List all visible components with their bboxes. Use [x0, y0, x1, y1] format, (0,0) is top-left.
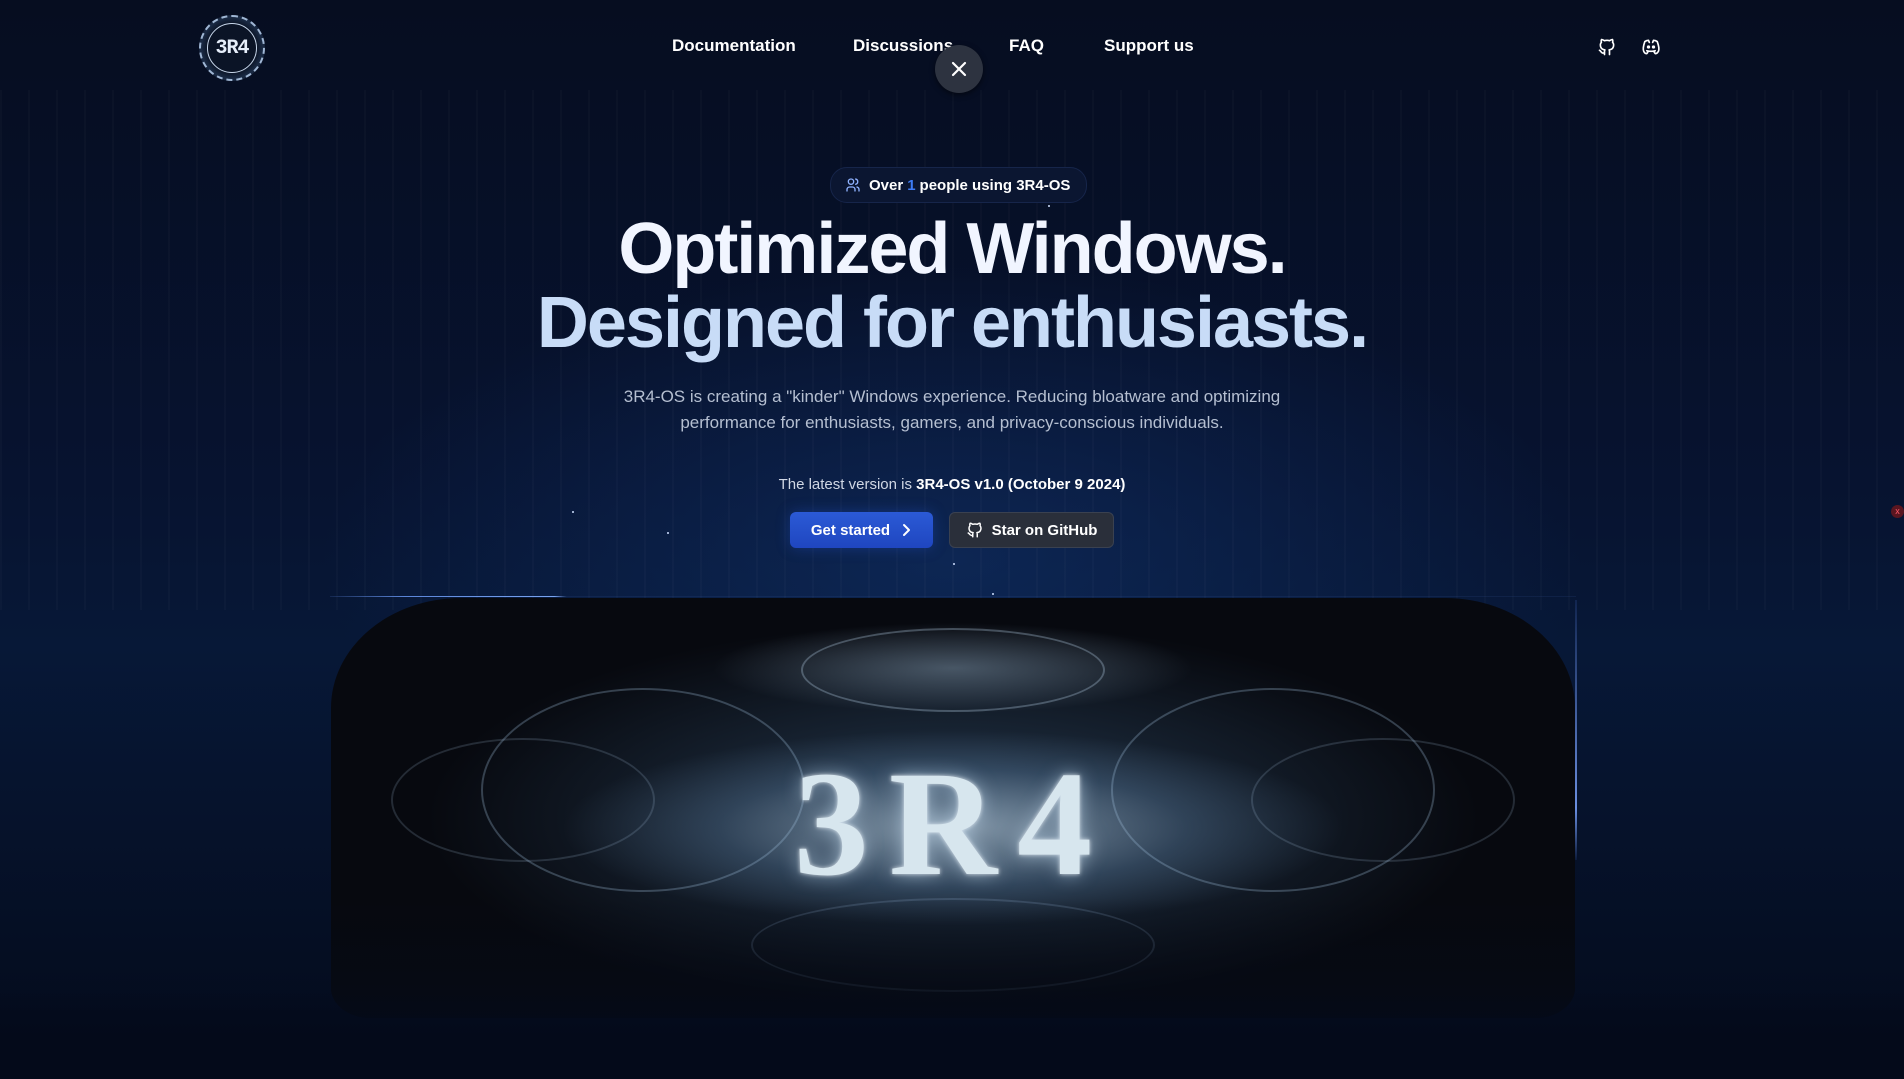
version-value: 3R4-OS v1.0 (October 9 2024)	[916, 476, 1126, 493]
pill-count: 1	[907, 176, 916, 194]
close-icon	[951, 61, 967, 77]
description-line-1: 3R4-OS is creating a "kinder" Windows ex…	[623, 387, 1281, 406]
corner-close-button[interactable]: x	[1891, 505, 1904, 518]
nav-link-faq[interactable]: FAQ	[1009, 36, 1044, 56]
latest-version: The latest version is 3R4-OS v1.0 (Octob…	[0, 476, 1904, 493]
page: 3R4 Documentation Discussions FAQ Suppor…	[0, 0, 1904, 1079]
star-particle	[667, 532, 669, 534]
nav-link-discussions[interactable]: Discussions	[853, 36, 953, 56]
banner-right-border	[1575, 600, 1577, 860]
hero-banner-image: 3R4	[331, 598, 1575, 1018]
star-particle	[953, 563, 955, 565]
star-particle	[572, 511, 574, 513]
close-button[interactable]	[935, 45, 983, 93]
pill-suffix: people using 3R4-OS	[919, 176, 1071, 194]
banner-swirl	[801, 628, 1105, 712]
discord-icon	[1642, 39, 1660, 55]
users-count-pill: Over 1 people using 3R4-OS	[830, 167, 1088, 203]
users-icon	[846, 178, 860, 192]
github-nav-button[interactable]	[1596, 36, 1618, 58]
banner-top-border	[330, 596, 1576, 597]
chevron-right-icon	[903, 524, 911, 536]
star-on-github-label: Star on GitHub	[991, 521, 1098, 539]
description-line-2: performance for enthusiasts, gamers, and…	[680, 413, 1224, 432]
discord-nav-button[interactable]	[1640, 36, 1662, 58]
hero-description: 3R4-OS is creating a "kinder" Windows ex…	[0, 384, 1904, 436]
nav-link-documentation[interactable]: Documentation	[672, 36, 796, 56]
get-started-button[interactable]: Get started	[790, 512, 933, 548]
hero-headline: Optimized Windows. Designed for enthusia…	[0, 212, 1904, 360]
star-on-github-button[interactable]: Star on GitHub	[949, 512, 1114, 548]
version-prefix: The latest version is	[778, 476, 912, 493]
github-icon	[1598, 38, 1615, 56]
banner-title: 3R4	[793, 741, 1113, 907]
headline-line-1: Optimized Windows.	[618, 209, 1287, 289]
github-icon	[967, 522, 982, 538]
headline-line-2: Designed for enthusiasts.	[536, 283, 1369, 363]
page-bottom-fade	[0, 990, 1904, 1079]
pill-prefix: Over	[869, 176, 904, 194]
nav-link-support-us[interactable]: Support us	[1104, 36, 1194, 56]
get-started-label: Get started	[810, 521, 891, 539]
star-particle	[1048, 205, 1050, 207]
star-particle	[992, 593, 994, 595]
